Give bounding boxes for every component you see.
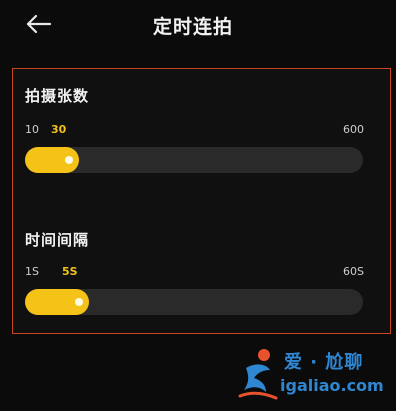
watermark-url: igaliao.com: [280, 376, 384, 395]
shot-count-slider[interactable]: [25, 147, 363, 173]
header: 定时连拍: [0, 0, 396, 50]
shot-count-max-label: 600: [343, 123, 364, 136]
shot-count-title: 拍摄张数: [25, 87, 90, 105]
page-title: 定时连拍: [152, 16, 233, 38]
interval-slider-thumb[interactable]: [75, 298, 83, 306]
shot-count-current-label: 30: [51, 123, 67, 136]
runner-logo-icon: [238, 349, 278, 400]
interval-current-label: 5S: [62, 265, 78, 278]
timed-burst-screen: 定时连拍 拍摄张数 10 30 600 时间间隔 1S 5S 60S 爱 · 尬…: [0, 0, 396, 411]
interval-title: 时间间隔: [25, 231, 90, 249]
settings-panel: 拍摄张数 10 30 600 时间间隔 1S 5S 60S: [12, 68, 391, 334]
shot-count-slider-thumb[interactable]: [65, 156, 73, 164]
interval-slider[interactable]: [25, 289, 363, 315]
watermark-text: 爱 · 尬聊: [284, 352, 364, 373]
interval-max-label: 60S: [343, 265, 364, 278]
shot-count-min-label: 10: [25, 123, 39, 136]
interval-min-label: 1S: [25, 265, 39, 278]
watermark: 爱 · 尬聊 igaliao.com: [236, 340, 396, 411]
